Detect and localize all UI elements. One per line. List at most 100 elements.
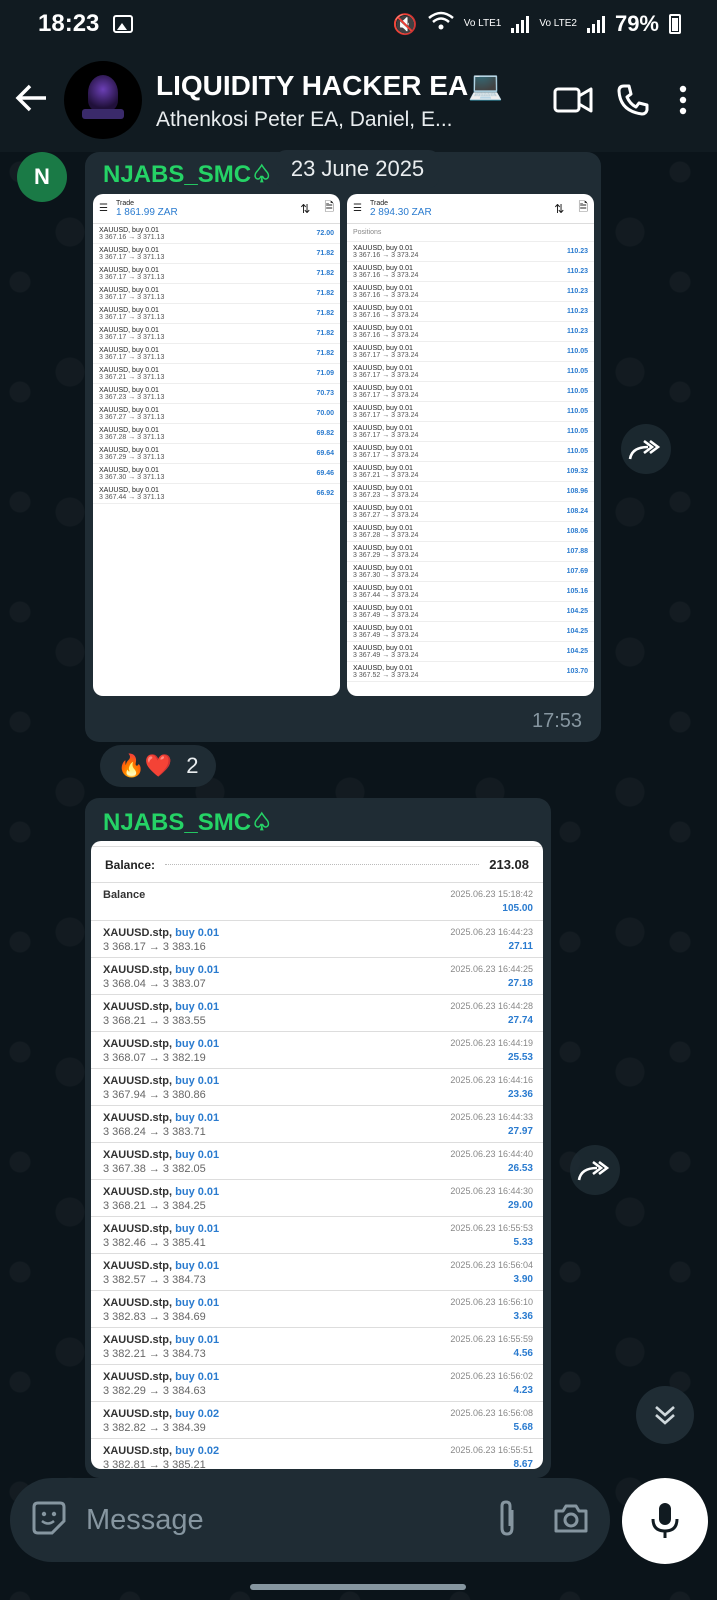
position-row: XAUUSD, buy 0.01 3 367.44 → 3 373.24 105.1…	[347, 582, 594, 602]
position-row: XAUUSD, buy 0.01 3 367.30 → 3 371.13 69.46	[93, 464, 340, 484]
trade-row: XAUUSD.stp, buy 0.01 3 382.29 → 3 384.63 2…	[91, 1365, 543, 1402]
gallery-notification-icon	[113, 15, 134, 33]
trade-row: XAUUSD.stp, buy 0.01 3 382.83 → 3 384.69 2…	[91, 1291, 543, 1328]
voice-message-button[interactable]	[622, 1478, 708, 1564]
position-row: XAUUSD, buy 0.01 3 367.17 → 3 373.24 110.0…	[347, 382, 594, 402]
position-row: XAUUSD, buy 0.01 3 367.17 → 3 373.24 110.0…	[347, 342, 594, 362]
document-icon: 🗎	[324, 200, 334, 214]
position-row: XAUUSD, buy 0.01 3 367.17 → 3 371.13 71.82	[93, 344, 340, 364]
position-row: XAUUSD, buy 0.01 3 367.28 → 3 373.24 108.0…	[347, 522, 594, 542]
sticker-icon[interactable]	[30, 1499, 68, 1542]
trade-row: XAUUSD.stp, buy 0.02 3 382.82 → 3 384.39 2…	[91, 1402, 543, 1439]
position-row: XAUUSD, buy 0.01 3 367.23 → 3 373.24 108.9…	[347, 482, 594, 502]
position-row: XAUUSD, buy 0.01 3 367.21 → 3 373.24 109.3…	[347, 462, 594, 482]
video-call-icon[interactable]	[543, 86, 603, 114]
sender-name[interactable]: NJABS_SMC♤	[103, 160, 273, 189]
balance-value: 213.08	[489, 857, 529, 872]
positions-list: XAUUSD, buy 0.01 3 367.16 → 3 373.24 110.2…	[347, 242, 594, 682]
position-row: XAUUSD, buy 0.01 3 367.49 → 3 373.24 104.2…	[347, 622, 594, 642]
positions-header: Positions	[347, 224, 594, 242]
trade-row: XAUUSD.stp, buy 0.01 3 368.04 → 3 383.07 2…	[91, 958, 543, 995]
sender-avatar[interactable]: N	[17, 152, 67, 202]
deposit-label: Balance	[103, 889, 146, 901]
image-attachment[interactable]: Balance: 213.08 Balance 2025.06.23 15:18…	[91, 841, 543, 1469]
position-row: XAUUSD, buy 0.01 3 367.23 → 3 371.13 70.73	[93, 384, 340, 404]
sort-icon: ⇅	[554, 201, 565, 216]
trade-row: XAUUSD.stp, buy 0.01 3 382.21 → 3 384.73 2…	[91, 1328, 543, 1365]
menu-icon: ☰	[353, 203, 362, 214]
position-row: XAUUSD, buy 0.01 3 367.29 → 3 371.13 69.64	[93, 444, 340, 464]
screenshot-title: Trade	[369, 199, 388, 207]
position-row: XAUUSD, buy 0.01 3 367.17 → 3 371.13 71.82	[93, 304, 340, 324]
forward-button[interactable]	[621, 424, 671, 474]
message-input[interactable]: Message	[86, 1504, 496, 1537]
camera-icon[interactable]	[552, 1501, 590, 1540]
trade-row: XAUUSD.stp, buy 0.02 3 382.81 → 3 385.21 2…	[91, 1439, 543, 1469]
position-row: XAUUSD, buy 0.01 3 367.29 → 3 373.24 107.8…	[347, 542, 594, 562]
screenshot-topbar: ☰ Trade 1 861.99 ZAR ⇅ 🗎	[93, 194, 340, 224]
status-bar: 18:23 🔇 Vo LTE1 Vo LTE2 79%	[0, 0, 717, 48]
sender-name[interactable]: NJABS_SMC♤	[103, 808, 273, 837]
battery-percent: 79%	[614, 11, 659, 36]
balance-summary-row: Balance: 213.08	[91, 847, 543, 883]
status-time: 18:23	[38, 10, 100, 37]
screenshot-balance: 2 894.30 ZAR	[369, 206, 432, 218]
signal-icon	[586, 15, 605, 33]
position-row: XAUUSD, buy 0.01 3 367.17 → 3 373.24 110.0…	[347, 362, 594, 382]
position-row: XAUUSD, buy 0.01 3 367.21 → 3 371.13 71.09	[93, 364, 340, 384]
position-row: XAUUSD, buy 0.01 3 367.17 → 3 371.13 71.82	[93, 284, 340, 304]
trade-row: XAUUSD.stp, buy 0.01 3 368.24 → 3 383.71 2…	[91, 1106, 543, 1143]
forward-button[interactable]	[570, 1145, 620, 1195]
positions-list: XAUUSD, buy 0.01 3 367.16 → 3 371.13 72.00…	[93, 224, 340, 504]
wifi-icon	[427, 11, 454, 37]
position-row: XAUUSD, buy 0.01 3 367.49 → 3 373.24 104.2…	[347, 602, 594, 622]
position-row: XAUUSD, buy 0.01 3 367.44 → 3 371.13 66.92	[93, 484, 340, 504]
menu-icon: ☰	[99, 203, 108, 214]
message-bubble[interactable]: NJABS_SMC♤ ☰ Trade 1 861.99 ZAR ⇅ 🗎 XAUU…	[85, 152, 601, 742]
position-row: XAUUSD, buy 0.01 3 367.27 → 3 371.13 70.00	[93, 404, 340, 424]
deposit-value: 105.00	[502, 903, 533, 914]
attach-icon[interactable]	[496, 1498, 518, 1543]
gesture-nav-bar	[250, 1584, 466, 1590]
lte1-label: Vo LTE1	[463, 18, 502, 29]
mute-icon: 🔇	[392, 13, 418, 36]
reaction-count: 2	[186, 753, 199, 778]
trade-row: XAUUSD.stp, buy 0.01 3 368.21 → 3 384.25 2…	[91, 1180, 543, 1217]
position-row: XAUUSD, buy 0.01 3 367.17 → 3 371.13 71.82	[93, 264, 340, 284]
screenshot-title: Trade	[115, 199, 134, 207]
trade-row: XAUUSD.stp, buy 0.01 3 368.17 → 3 383.16 2…	[91, 921, 543, 958]
trade-row: XAUUSD.stp, buy 0.01 3 368.21 → 3 383.55 2…	[91, 995, 543, 1032]
image-attachment[interactable]: ☰ Trade 1 861.99 ZAR ⇅ 🗎 XAUUSD, buy 0.0…	[93, 194, 340, 696]
lte2-label: Vo LTE2	[539, 18, 577, 29]
scroll-to-bottom-button[interactable]	[636, 1386, 694, 1444]
chat-title-block[interactable]: LIQUIDITY HACKER EA💻 Athenkosi Peter EA,…	[156, 69, 543, 132]
position-row: XAUUSD, buy 0.01 3 367.17 → 3 371.13 71.82	[93, 324, 340, 344]
message-reactions[interactable]: 🔥❤️ 2	[100, 745, 216, 787]
trade-history-list: XAUUSD.stp, buy 0.01 3 368.17 → 3 383.16 2…	[91, 921, 543, 1469]
group-name: LIQUIDITY HACKER EA💻	[156, 69, 504, 101]
position-row: XAUUSD, buy 0.01 3 367.16 → 3 373.24 110.2…	[347, 322, 594, 342]
document-icon: 🗎	[578, 200, 588, 214]
voice-call-icon[interactable]	[603, 83, 663, 117]
position-row: XAUUSD, buy 0.01 3 367.16 → 3 373.24 110.2…	[347, 282, 594, 302]
screenshot-topbar: ☰ Trade 2 894.30 ZAR ⇅ 🗎	[347, 194, 594, 224]
image-attachment[interactable]: ☰ Trade 2 894.30 ZAR ⇅ 🗎 Positions XAUUS…	[347, 194, 594, 696]
more-options-icon[interactable]	[663, 85, 703, 115]
chat-header: LIQUIDITY HACKER EA💻 Athenkosi Peter EA,…	[0, 48, 717, 152]
position-row: XAUUSD, buy 0.01 3 367.16 → 3 371.13 72.00	[93, 224, 340, 244]
message-time: 17:53	[532, 710, 583, 732]
back-arrow-icon[interactable]	[14, 78, 58, 123]
trade-row: XAUUSD.stp, buy 0.01 3 367.94 → 3 380.86 2…	[91, 1069, 543, 1106]
position-row: XAUUSD, buy 0.01 3 367.16 → 3 373.24 110.2…	[347, 302, 594, 322]
reaction-emojis: 🔥❤️	[117, 753, 173, 778]
position-row: XAUUSD, buy 0.01 3 367.30 → 3 373.24 107.6…	[347, 562, 594, 582]
position-row: XAUUSD, buy 0.01 3 367.27 → 3 373.24 108.2…	[347, 502, 594, 522]
position-row: XAUUSD, buy 0.01 3 367.16 → 3 373.24 110.2…	[347, 242, 594, 262]
position-row: XAUUSD, buy 0.01 3 367.17 → 3 373.24 110.0…	[347, 442, 594, 462]
position-row: XAUUSD, buy 0.01 3 367.17 → 3 373.24 110.0…	[347, 422, 594, 442]
trade-row: XAUUSD.stp, buy 0.01 3 382.57 → 3 384.73 2…	[91, 1254, 543, 1291]
date-divider: 23 June 2025	[276, 150, 439, 188]
message-compose-bar: Message	[10, 1478, 610, 1562]
group-avatar[interactable]	[64, 61, 142, 139]
group-members: Athenkosi Peter EA, Daniel, E...	[156, 107, 453, 131]
